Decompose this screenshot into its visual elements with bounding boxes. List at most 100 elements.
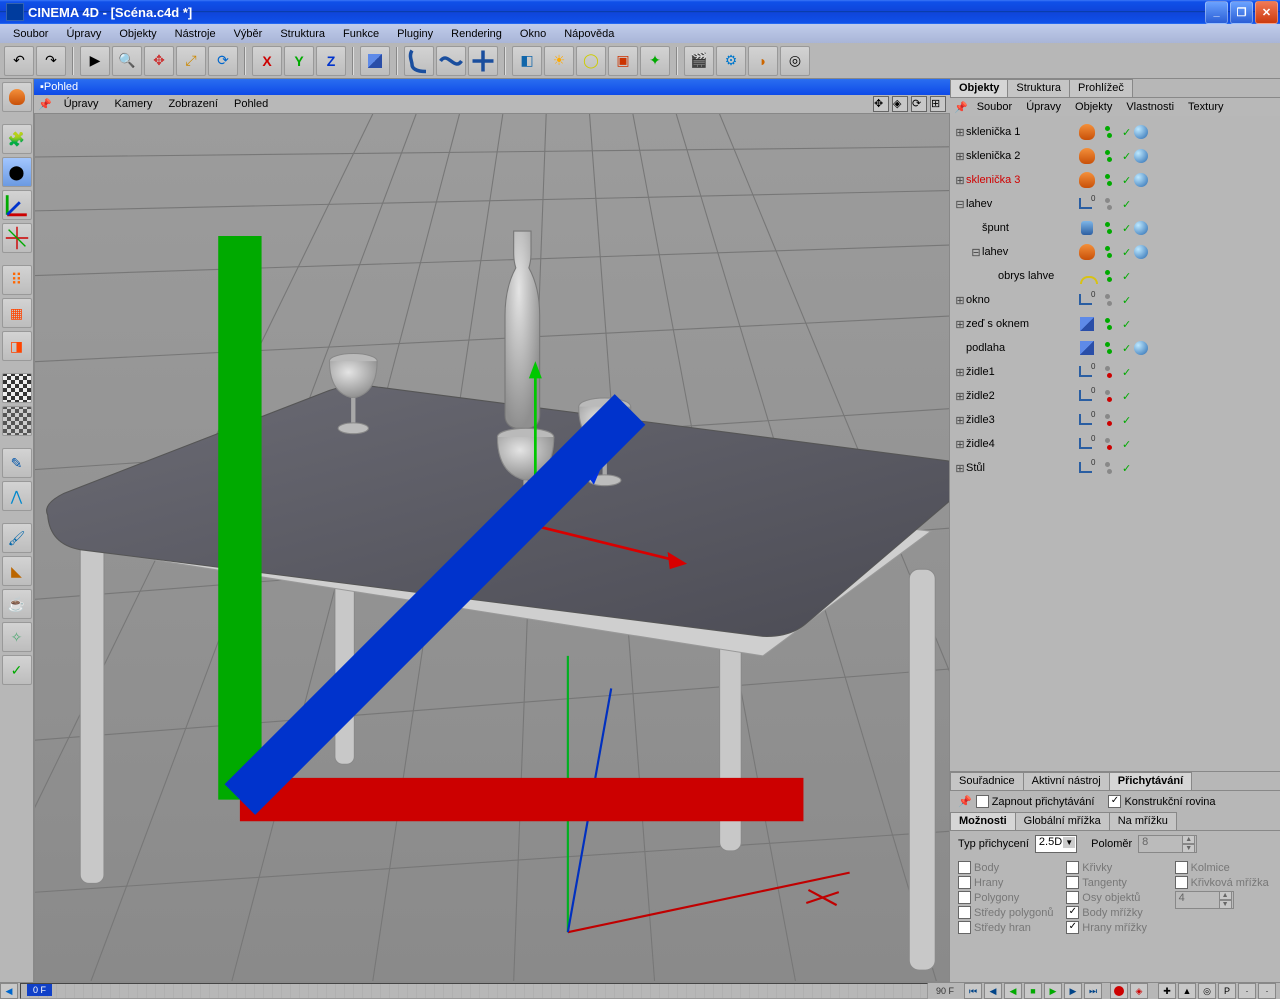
- tab-objekty[interactable]: Objekty: [950, 79, 1008, 97]
- circle-button[interactable]: ◯: [576, 46, 606, 76]
- tree-item-label[interactable]: židle2: [966, 390, 1076, 402]
- coord-tool[interactable]: [2, 223, 32, 253]
- enable-check-icon[interactable]: ✓: [1122, 270, 1131, 283]
- tree-row[interactable]: ⊞židle40✓: [950, 432, 1280, 456]
- tree-item-label[interactable]: lahev: [982, 246, 1076, 258]
- pin-icon[interactable]: 📌: [954, 101, 970, 114]
- model-tool[interactable]: 🧩: [2, 124, 32, 154]
- texture-tag-icon[interactable]: [1131, 149, 1151, 163]
- tree-item-label[interactable]: sklenička 1: [966, 126, 1076, 138]
- next-frame-button[interactable]: ▶: [1064, 983, 1082, 999]
- tree-item-label[interactable]: podlaha: [966, 342, 1076, 354]
- enable-check-icon[interactable]: ✓: [1122, 342, 1131, 355]
- enable-check-icon[interactable]: ✓: [1122, 174, 1131, 187]
- pin-icon[interactable]: 📌: [958, 795, 976, 808]
- expand-toggle[interactable]: ⊞: [954, 462, 966, 475]
- menu-soubor[interactable]: Soubor: [4, 26, 57, 42]
- nurbs3-button[interactable]: [468, 46, 498, 76]
- tree-item-label[interactable]: židle1: [966, 366, 1076, 378]
- minimize-button[interactable]: _: [1205, 1, 1228, 24]
- menu-rendering[interactable]: Rendering: [442, 26, 511, 42]
- snap-checkbox[interactable]: [958, 906, 971, 919]
- paint-tool[interactable]: ☕: [2, 589, 32, 619]
- enable-check-icon[interactable]: ✓: [1122, 294, 1131, 307]
- snap-checkbox[interactable]: [1066, 861, 1079, 874]
- visibility-dots[interactable]: [1098, 246, 1118, 258]
- expand-toggle[interactable]: ⊟: [954, 198, 966, 211]
- goto-start-button[interactable]: ⏮: [964, 983, 982, 999]
- knife-tool[interactable]: ✎: [2, 448, 32, 478]
- enable-check-icon[interactable]: ✓: [1122, 462, 1131, 475]
- check-tool[interactable]: ✓: [2, 655, 32, 685]
- snap-checkbox[interactable]: [1175, 876, 1188, 889]
- object-tool[interactable]: ⬤: [2, 157, 32, 187]
- edges-tool[interactable]: ▦: [2, 298, 32, 328]
- deformer-button[interactable]: ◧: [512, 46, 542, 76]
- prev-frame-button[interactable]: ◀: [984, 983, 1002, 999]
- menu-objekty[interactable]: Objekty: [110, 26, 165, 42]
- snap-checkbox[interactable]: [1175, 861, 1188, 874]
- visibility-dots[interactable]: [1098, 198, 1118, 210]
- viewport-zoom-icon[interactable]: ◈: [892, 96, 908, 112]
- snap-checkbox[interactable]: [958, 891, 971, 904]
- visibility-dots[interactable]: [1098, 270, 1118, 282]
- zoom-tool[interactable]: 🔍: [112, 46, 142, 76]
- timeline-track[interactable]: 0 F: [20, 983, 928, 999]
- enable-snapping-checkbox[interactable]: [976, 795, 989, 808]
- autokey-button[interactable]: ◈: [1130, 983, 1148, 999]
- br-tab-2[interactable]: Přichytávání: [1109, 772, 1192, 790]
- viewport-layout-icon[interactable]: ⊞: [930, 96, 946, 112]
- snap-checkbox[interactable]: [958, 921, 971, 934]
- tree-row[interactable]: ⊟lahev✓: [950, 240, 1280, 264]
- axis-tool[interactable]: [2, 190, 32, 220]
- texture-tag-icon[interactable]: [1131, 173, 1151, 187]
- play-button[interactable]: ▶: [1044, 983, 1062, 999]
- visibility-dots[interactable]: [1098, 294, 1118, 306]
- tree-row[interactable]: ⊞sklenička 1✓: [950, 120, 1280, 144]
- visibility-dots[interactable]: [1098, 318, 1118, 330]
- br-subtab-0[interactable]: Možnosti: [950, 812, 1016, 830]
- menu-struktura[interactable]: Struktura: [271, 26, 334, 42]
- move-tool[interactable]: ✥: [144, 46, 174, 76]
- texture-tag-icon[interactable]: [1131, 221, 1151, 235]
- tree-row[interactable]: obrys lahve✓: [950, 264, 1280, 288]
- render-region-button[interactable]: ◎: [780, 46, 810, 76]
- record-button[interactable]: [1110, 983, 1128, 999]
- br-subtab-1[interactable]: Globální mřížka: [1015, 812, 1110, 830]
- fx-tool[interactable]: ✧: [2, 622, 32, 652]
- tab-prohlížeč[interactable]: Prohlížeč: [1069, 79, 1133, 97]
- snap-checkbox[interactable]: [958, 876, 971, 889]
- checker1-button[interactable]: [2, 373, 32, 403]
- render-button[interactable]: ▣: [608, 46, 638, 76]
- menu-nápověda[interactable]: Nápověda: [555, 26, 623, 42]
- expand-toggle[interactable]: ⊞: [954, 438, 966, 451]
- close-button[interactable]: ✕: [1255, 1, 1278, 24]
- expand-toggle[interactable]: ⊞: [954, 150, 966, 163]
- expand-toggle[interactable]: ⊞: [954, 294, 966, 307]
- stop-button[interactable]: ■: [1024, 983, 1042, 999]
- visibility-dots[interactable]: [1098, 174, 1118, 186]
- viewport-menu-zobrazení[interactable]: Zobrazení: [160, 97, 226, 111]
- enable-check-icon[interactable]: ✓: [1122, 126, 1131, 139]
- key-rot-button[interactable]: ◎: [1198, 983, 1216, 999]
- menu-nástroje[interactable]: Nástroje: [166, 26, 225, 42]
- tree-item-label[interactable]: sklenička 3: [966, 174, 1076, 186]
- menu-pluginy[interactable]: Pluginy: [388, 26, 442, 42]
- rotate-tool[interactable]: ⟳: [208, 46, 238, 76]
- snap-checkbox[interactable]: [958, 861, 971, 874]
- viewport-menu-úpravy[interactable]: Úpravy: [56, 97, 107, 111]
- visibility-dots[interactable]: [1098, 462, 1118, 474]
- objpanel-menu-textury[interactable]: Textury: [1181, 100, 1230, 114]
- snapping-type-select[interactable]: 2.5D: [1035, 835, 1077, 853]
- tree-row[interactable]: ⊞okno0✓: [950, 288, 1280, 312]
- checker2-button[interactable]: [2, 406, 32, 436]
- render-settings-button[interactable]: ⚙: [716, 46, 746, 76]
- visibility-dots[interactable]: [1098, 390, 1118, 402]
- render-batch-button[interactable]: ◗: [748, 46, 778, 76]
- viewport-pin-icon[interactable]: 📌: [38, 98, 56, 111]
- tree-row[interactable]: podlaha ✓: [950, 336, 1280, 360]
- sculpt-tool[interactable]: ◣: [2, 556, 32, 586]
- snap-value-input[interactable]: 4: [1175, 891, 1234, 909]
- snap-checkbox[interactable]: [1066, 891, 1079, 904]
- timeline-left-icon[interactable]: ◀: [0, 983, 18, 999]
